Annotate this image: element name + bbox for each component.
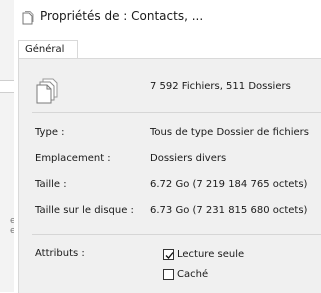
separator [32, 234, 321, 235]
size-label: Taille : [35, 179, 67, 190]
background-window-pane: e e [0, 0, 16, 292]
location-value: Dossiers divers [150, 153, 227, 164]
tab-general[interactable]: Général [18, 40, 78, 59]
checkmark-icon [165, 252, 174, 259]
separator [32, 112, 321, 113]
disk-size-value: 6.73 Go (7 231 815 680 octets) [150, 205, 308, 216]
type-value: Tous de type Dossier de fichiers [150, 127, 309, 138]
disk-size-label: Taille sur le disque : [35, 205, 134, 216]
files-count: 7 592 Fichiers, 511 Dossiers [150, 81, 291, 92]
folder-icon [22, 10, 34, 25]
readonly-checkbox[interactable] [163, 249, 174, 260]
readonly-label[interactable]: Lecture seule [177, 249, 244, 260]
background-list-row [0, 80, 14, 93]
files-icon [36, 78, 62, 104]
hidden-checkbox[interactable] [163, 269, 174, 280]
title-bar[interactable]: Propriétés de : Contacts, ... [14, 0, 321, 34]
attributes-label: Attributs : [35, 248, 85, 259]
window-title: Propriétés de : Contacts, ... [40, 9, 204, 23]
type-label: Type : [35, 127, 65, 138]
hidden-label[interactable]: Caché [177, 269, 208, 280]
properties-dialog: Propriétés de : Contacts, ... Général 7 … [14, 0, 321, 293]
size-value: 6.72 Go (7 219 184 765 octets) [150, 179, 308, 190]
location-label: Emplacement : [35, 153, 111, 164]
